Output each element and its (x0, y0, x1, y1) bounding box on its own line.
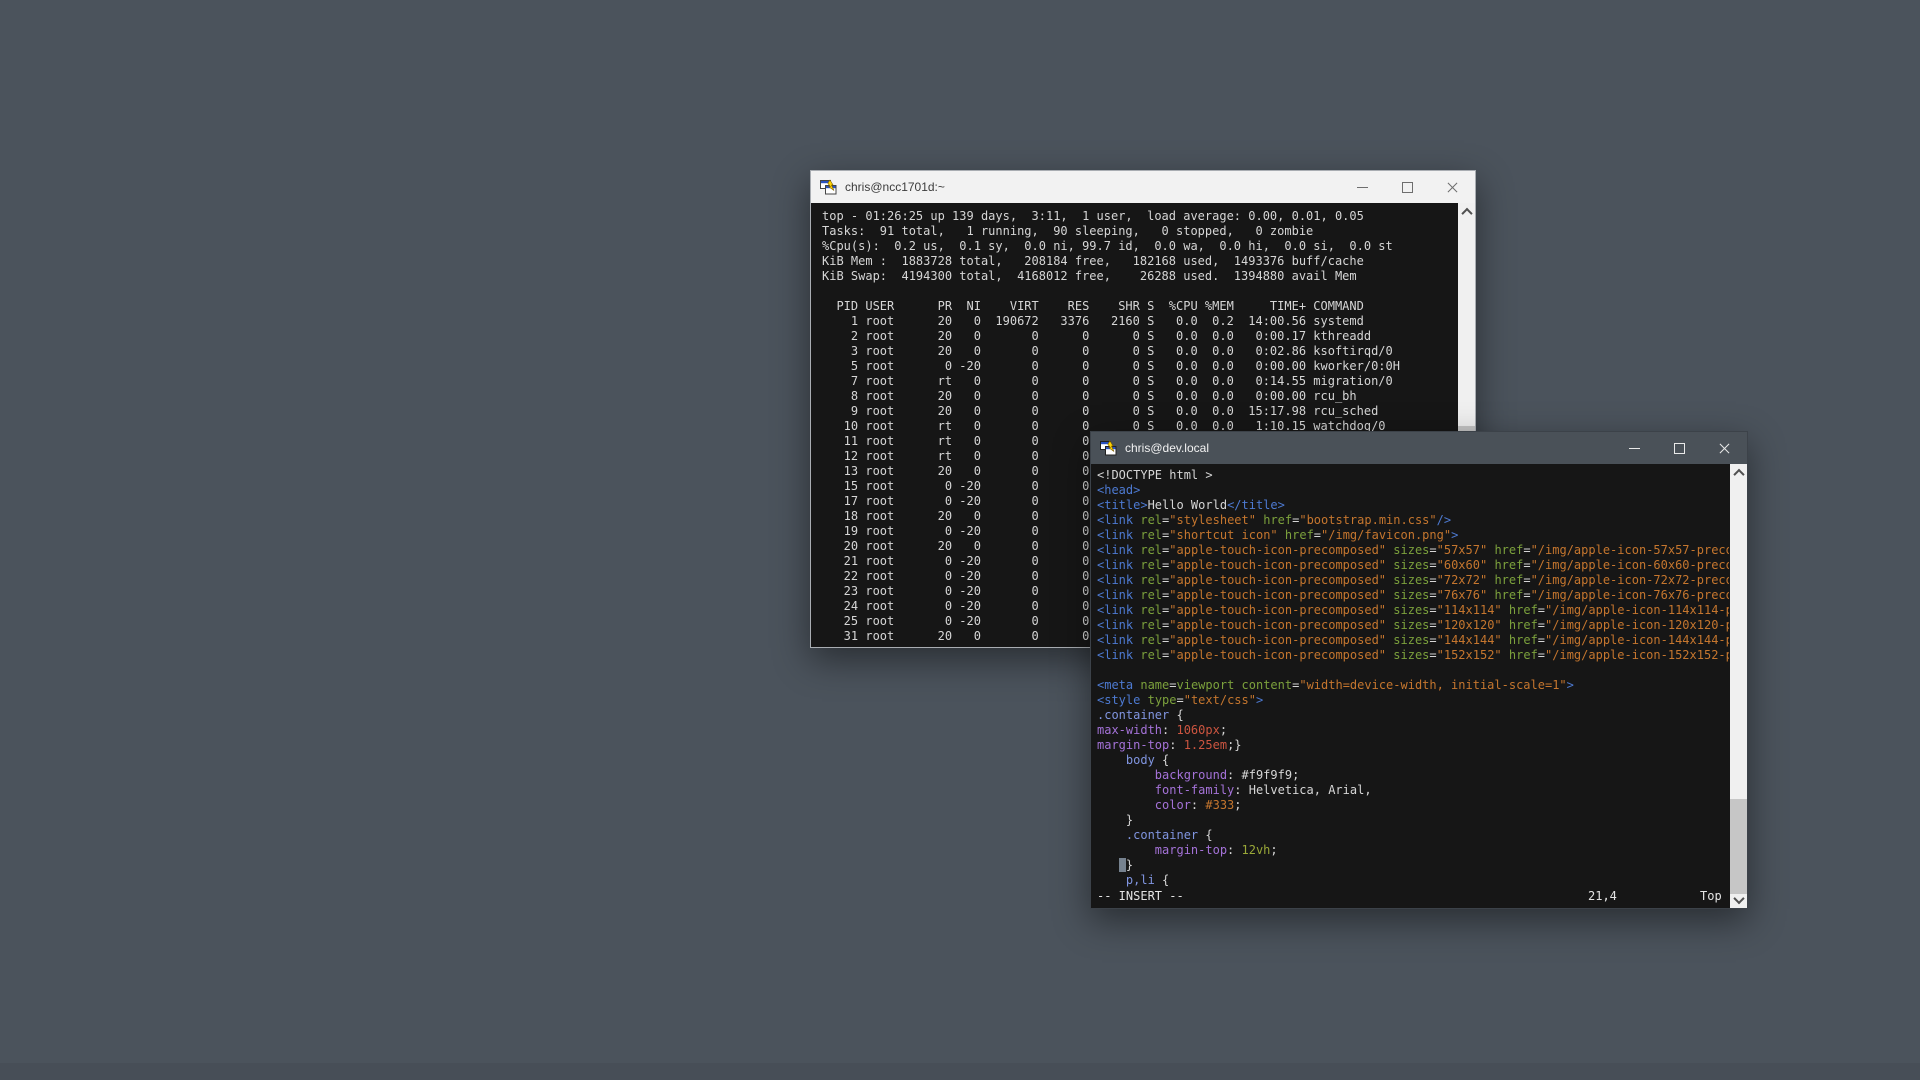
window1-minimize-button[interactable] (1340, 171, 1385, 203)
chevron-up-icon (1461, 207, 1472, 218)
chevron-down-icon (1733, 892, 1744, 903)
window2-maximize-button[interactable] (1657, 432, 1702, 464)
code-line: <link rel="shortcut icon" href="/img/fav… (1097, 528, 1729, 543)
vim-cursor (1119, 858, 1126, 872)
code-line: body { (1097, 753, 1729, 768)
putty-icon (1100, 440, 1117, 457)
window1-close-button[interactable] (1430, 171, 1475, 203)
terminal-line: %Cpu(s): 0.2 us, 0.1 sy, 0.0 ni, 99.7 id… (822, 239, 1457, 254)
close-icon (1719, 443, 1730, 454)
terminal-line: 9 root 20 0 0 0 0 S 0.0 0.0 15:17.98 rcu… (822, 404, 1457, 419)
putty-icon (820, 179, 837, 196)
code-line (1097, 663, 1729, 678)
vim-status-bar: -- INSERT -- 21,4 Top (1097, 889, 1729, 904)
close-icon (1447, 182, 1458, 193)
window2-scrollbar[interactable] (1730, 464, 1747, 908)
window2-titlebar[interactable]: chris@dev.local (1091, 432, 1747, 464)
code-line: <link rel="apple-touch-icon-precomposed"… (1097, 618, 1729, 633)
code-line: <meta name=viewport content="width=devic… (1097, 678, 1729, 693)
code-line: } (1097, 813, 1729, 828)
code-line: <link rel="apple-touch-icon-precomposed"… (1097, 648, 1729, 663)
code-line: color: #333; (1097, 798, 1729, 813)
terminal-line: top - 01:26:25 up 139 days, 3:11, 1 user… (822, 209, 1457, 224)
terminal-line: 8 root 20 0 0 0 0 S 0.0 0.0 0:00.00 rcu_… (822, 389, 1457, 404)
minimize-icon (1357, 187, 1368, 188)
vim-mode-indicator: -- INSERT -- (1097, 889, 1184, 904)
code-line: .container { (1097, 828, 1729, 843)
code-line: p,li { (1097, 873, 1729, 888)
scrollbar-down-button[interactable] (1730, 891, 1747, 908)
code-line: <head> (1097, 483, 1729, 498)
code-line: <link rel="apple-touch-icon-precomposed"… (1097, 543, 1729, 558)
window2-minimize-button[interactable] (1612, 432, 1657, 464)
code-line: <link rel="apple-touch-icon-precomposed"… (1097, 558, 1729, 573)
code-line: <link rel="apple-touch-icon-precomposed"… (1097, 573, 1729, 588)
scrollbar-up-button[interactable] (1730, 464, 1747, 481)
window1-title: chris@ncc1701d:~ (845, 171, 945, 203)
terminal-line: Tasks: 91 total, 1 running, 90 sleeping,… (822, 224, 1457, 239)
window1-controls (1340, 171, 1475, 203)
code-line: <link rel="apple-touch-icon-precomposed"… (1097, 588, 1729, 603)
terminal-line: 2 root 20 0 0 0 0 S 0.0 0.0 0:00.17 kthr… (822, 329, 1457, 344)
window2-title: chris@dev.local (1125, 432, 1209, 464)
code-line: <link rel="stylesheet" href="bootstrap.m… (1097, 513, 1729, 528)
terminal-line: KiB Mem : 1883728 total, 208184 free, 18… (822, 254, 1457, 269)
putty-window-vim: chris@dev.local <!DOCTYPE html ><head><t… (1090, 431, 1748, 909)
code-line: margin-top: 12vh; (1097, 843, 1729, 858)
window1-maximize-button[interactable] (1385, 171, 1430, 203)
maximize-icon (1402, 182, 1413, 193)
code-line: margin-top: 1.25em;} (1097, 738, 1729, 753)
code-line: } (1097, 858, 1729, 873)
code-line: .container { (1097, 708, 1729, 723)
window2-close-button[interactable] (1702, 432, 1747, 464)
taskbar[interactable] (0, 1063, 1920, 1080)
code-line: font-family: Helvetica, Arial, (1097, 783, 1729, 798)
code-line: <!DOCTYPE html > (1097, 468, 1729, 483)
terminal-line: 5 root 0 -20 0 0 0 S 0.0 0.0 0:00.00 kwo… (822, 359, 1457, 374)
vim-terminal-screen[interactable]: <!DOCTYPE html ><head><title>Hello World… (1091, 464, 1747, 908)
window2-controls (1612, 432, 1747, 464)
scrollbar-thumb[interactable] (1730, 799, 1747, 894)
code-line: background: #f9f9f9; (1097, 768, 1729, 783)
terminal-line: KiB Swap: 4194300 total, 4168012 free, 2… (822, 269, 1457, 284)
vim-buffer-text: <!DOCTYPE html ><head><title>Hello World… (1097, 468, 1729, 889)
scrollbar-up-button[interactable] (1458, 203, 1475, 220)
code-line: max-width: 1060px; (1097, 723, 1729, 738)
minimize-icon (1629, 448, 1640, 449)
terminal-line: 7 root rt 0 0 0 0 S 0.0 0.0 0:14.55 migr… (822, 374, 1457, 389)
code-line: <link rel="apple-touch-icon-precomposed"… (1097, 633, 1729, 648)
window1-titlebar[interactable]: chris@ncc1701d:~ (811, 171, 1475, 203)
terminal-line (822, 284, 1457, 299)
terminal-line: 3 root 20 0 0 0 0 S 0.0 0.0 0:02.86 ksof… (822, 344, 1457, 359)
maximize-icon (1674, 443, 1685, 454)
vim-scroll-position: Top (1700, 889, 1722, 904)
chevron-up-icon (1733, 468, 1744, 479)
terminal-line: PID USER PR NI VIRT RES SHR S %CPU %MEM … (822, 299, 1457, 314)
code-line: <link rel="apple-touch-icon-precomposed"… (1097, 603, 1729, 618)
terminal-line: 1 root 20 0 190672 3376 2160 S 0.0 0.2 1… (822, 314, 1457, 329)
code-line: <title>Hello World</title> (1097, 498, 1729, 513)
vim-cursor-position: 21,4 (1588, 889, 1617, 904)
code-line: <style type="text/css"> (1097, 693, 1729, 708)
